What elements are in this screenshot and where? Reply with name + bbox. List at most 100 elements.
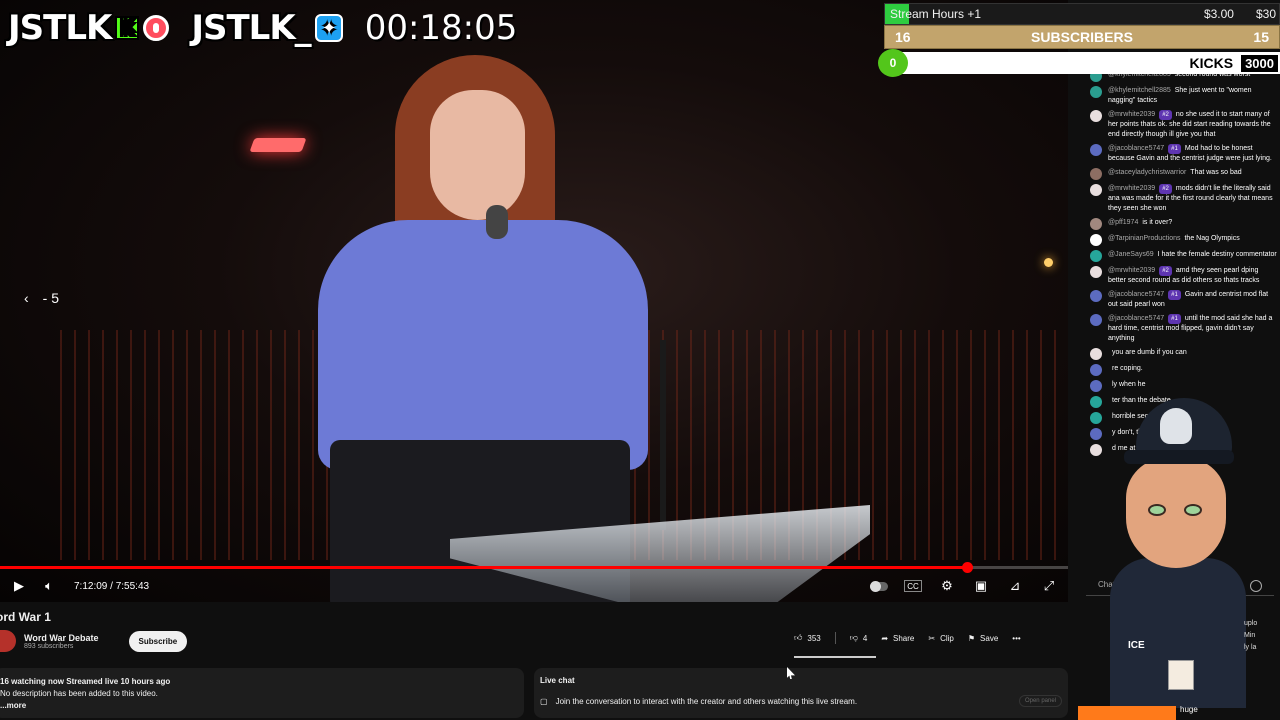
progress-bar[interactable] xyxy=(0,562,1068,573)
video-player[interactable]: JSTLK K JSTLK_ ✦ 00:18:05 ‹ - 5 ▶ 🔈︎ 7:1… xyxy=(0,0,1068,602)
chat-author[interactable]: @jacoblance5747 xyxy=(1108,291,1164,298)
description-text: No description has been added to this vi… xyxy=(0,689,158,698)
chat-message-body: @mrwhite2039 #2 no she used it to start ma… xyxy=(1108,110,1278,140)
play-icon[interactable]: ▶ xyxy=(4,575,34,597)
chat-author[interactable]: @JaneSays69 xyxy=(1108,251,1154,258)
chat-message: @pff1974 is it over? xyxy=(1078,216,1280,232)
chat-message: @khylemitchell2885 She just went to "wome… xyxy=(1078,84,1280,108)
save-button[interactable]: ⚑ Save xyxy=(968,634,998,643)
chat-text: That was so bad xyxy=(1190,169,1242,176)
member-badge: #2 xyxy=(1159,184,1172,194)
member-badge: #1 xyxy=(1168,290,1181,300)
chat-author[interactable]: @mrwhite2039 xyxy=(1108,267,1155,274)
stage-lamp xyxy=(1044,258,1053,267)
channel-avatar[interactable] xyxy=(0,630,16,652)
show-more-link[interactable]: ...more xyxy=(0,700,518,712)
share-icon: ➦ xyxy=(881,633,889,643)
mic-stand xyxy=(660,340,666,530)
member-badge: #2 xyxy=(1159,110,1172,120)
chat-message-body: @JaneSays69 I hate the female destiny com… xyxy=(1108,250,1277,262)
rumble-icon xyxy=(143,15,170,41)
chat-author[interactable]: @mrwhite2039 xyxy=(1108,185,1155,192)
scrubber-handle[interactable] xyxy=(961,562,973,573)
cast-icon[interactable]: ⊿ xyxy=(1000,575,1030,597)
chat-avatar[interactable] xyxy=(1090,86,1102,98)
chat-author[interactable]: @TarpinianProductions xyxy=(1108,235,1180,242)
chat-author[interactable]: @staceyladychristwarrior xyxy=(1108,169,1186,176)
chat-message: @jacoblance5747 #1 Mod had to be honest be… xyxy=(1078,142,1280,166)
chat-avatar[interactable] xyxy=(1090,184,1102,196)
chat-author[interactable]: @jacoblance5747 xyxy=(1108,315,1164,322)
chat-text: I hate the female destiny commentator xyxy=(1157,251,1277,258)
chat-message-body: @jacoblance5747 #1 until the mod said she … xyxy=(1108,314,1278,344)
autoplay-toggle[interactable] xyxy=(864,575,894,597)
thumbs-up-icon: 👍︎ xyxy=(794,633,803,642)
thumbs-down-icon: 👎︎ xyxy=(849,633,858,642)
channel-row: Word War Debate 893 subscribers Subscrib… xyxy=(0,630,188,652)
bookmark-icon: ⚑ xyxy=(967,633,976,643)
speaker-face xyxy=(430,90,525,220)
chat-message-body: @jacoblance5747 #1 Mod had to be honest be… xyxy=(1108,144,1278,164)
subscribers-goal: 15 xyxy=(1253,29,1269,45)
chat-avatar[interactable] xyxy=(1090,234,1102,246)
kick-logo: JSTLK K xyxy=(8,8,170,48)
chat-bubble-icon: ▢ xyxy=(540,696,548,706)
miniplayer-icon[interactable]: ▣ xyxy=(966,575,996,597)
chat-message-body: @pff1974 is it over? xyxy=(1108,218,1172,230)
chat-message: re coping. xyxy=(1078,362,1280,378)
chat-avatar[interactable] xyxy=(1090,314,1102,326)
chat-avatar[interactable] xyxy=(1090,218,1102,230)
stage-light xyxy=(249,138,307,152)
timecode: 7:12:09 / 7:55:43 xyxy=(74,580,150,592)
fullscreen-icon[interactable]: ⤢ xyxy=(1034,575,1064,597)
settings-gear-icon[interactable]: ⚙ xyxy=(932,575,962,597)
stream-screen: JSTLK K JSTLK_ ✦ 00:18:05 ‹ - 5 ▶ 🔈︎ 7:1… xyxy=(0,0,1280,720)
emoji-icon[interactable] xyxy=(1250,580,1262,592)
more-options-icon[interactable]: ••• xyxy=(1012,634,1020,643)
clip-button[interactable]: ✂ Clip xyxy=(928,634,953,643)
chat-avatar[interactable] xyxy=(1090,348,1102,360)
subscribers-label: SUBSCRIBERS xyxy=(1031,29,1133,45)
volume-icon[interactable]: 🔈︎ xyxy=(34,575,64,597)
chat-avatar[interactable] xyxy=(1090,380,1102,392)
chat-fragment: huge xyxy=(1180,705,1198,714)
share-button[interactable]: ➦ Share xyxy=(881,634,914,643)
skull-icon xyxy=(1160,408,1192,444)
chat-avatar[interactable] xyxy=(1090,364,1102,376)
scissors-icon: ✂ xyxy=(928,633,936,643)
stream-timer: 00:18:05 xyxy=(364,8,518,48)
live-chat-prompt: Join the conversation to interact with t… xyxy=(555,696,858,706)
chat-message: @mrwhite2039 #2 amd they seen pearl dping … xyxy=(1078,264,1280,288)
like-ratio-bar xyxy=(794,656,876,658)
chat-message-body: re coping. xyxy=(1108,364,1143,376)
chat-author[interactable]: @pff1974 xyxy=(1108,219,1138,226)
character-cap-brim xyxy=(1124,450,1234,464)
side-fragment: ly la xyxy=(1244,644,1257,651)
chat-avatar[interactable] xyxy=(1090,266,1102,278)
chat-avatar[interactable] xyxy=(1090,290,1102,302)
subscriber-count: 893 subscribers xyxy=(24,642,74,650)
twitter-bird-icon: ✦ xyxy=(314,14,343,42)
open-panel-button[interactable]: Open panel xyxy=(1018,695,1062,707)
subscribe-button[interactable]: Subscribe xyxy=(128,630,188,652)
orange-highlight xyxy=(1078,706,1176,720)
chat-avatar[interactable] xyxy=(1090,250,1102,262)
side-fragments: uplo Min ly la xyxy=(1244,618,1257,654)
chat-avatar[interactable] xyxy=(1090,144,1102,156)
chat-author[interactable]: @jacoblance5747 xyxy=(1108,145,1164,152)
chat-message-body: @khylemitchell2885 She just went to "wome… xyxy=(1108,86,1278,106)
like-button[interactable]: 👍︎ 353 xyxy=(794,633,821,643)
channel-name[interactable]: Word War Debate xyxy=(24,633,99,643)
chat-avatar[interactable] xyxy=(1090,168,1102,180)
chat-message: @jacoblance5747 #1 until the mod said she … xyxy=(1078,312,1280,346)
description-box[interactable]: 16 watching now Streamed live 10 hours a… xyxy=(0,668,524,718)
chat-author[interactable]: @mrwhite2039 xyxy=(1108,111,1155,118)
chat-text: you are dumb if you can xyxy=(1112,349,1187,356)
captions-icon[interactable]: CC xyxy=(904,580,922,592)
speaker-torso xyxy=(318,220,648,470)
chat-author[interactable]: @khylemitchell2885 xyxy=(1108,87,1171,94)
dislike-button[interactable]: 👎︎ 4 xyxy=(850,633,868,643)
chat-avatar[interactable] xyxy=(1090,110,1102,122)
stream-hours-label: Stream Hours +1 xyxy=(890,7,982,21)
stream-hours-goal2: $30 xyxy=(1255,7,1276,21)
